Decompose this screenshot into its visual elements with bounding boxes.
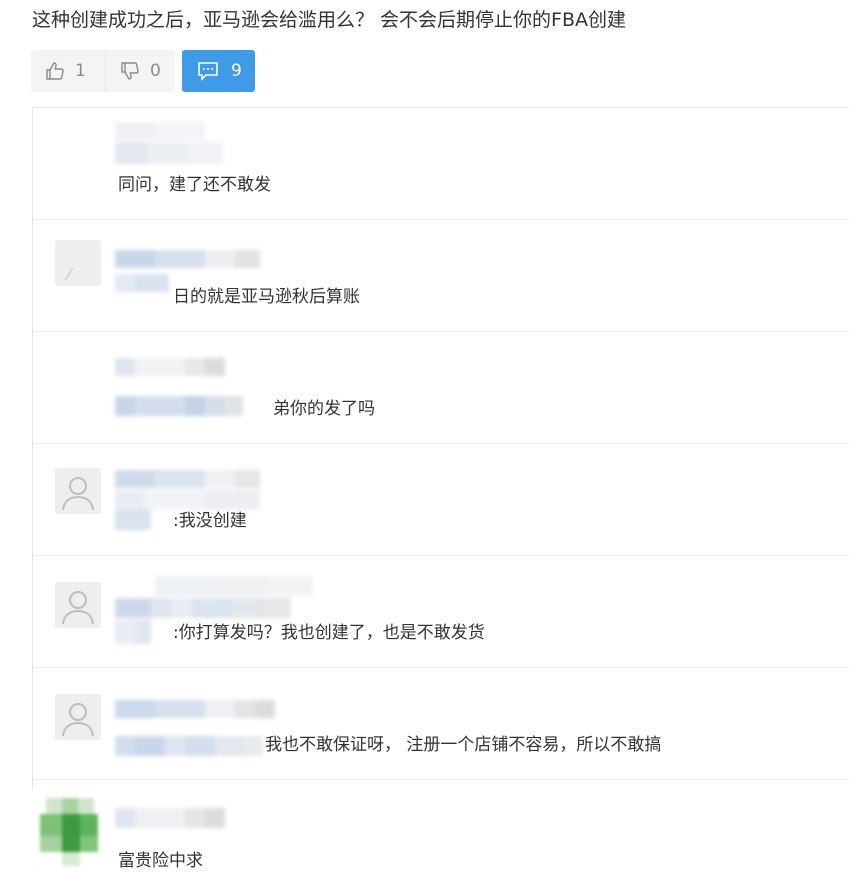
dislike-count: 0 (150, 61, 161, 81)
comment-count: 9 (231, 61, 242, 81)
comment-text: :你打算发吗？我也创建了，也是不敢发货 (173, 623, 485, 643)
comment-text: 富贵险中求 (118, 851, 203, 871)
comment-text: 我也不敢保证呀， 注册一个店铺不容易，所以不敢搞 (265, 735, 662, 755)
comment-text: 同问，建了还不敢发 (118, 175, 271, 195)
user-avatar (55, 582, 101, 628)
user-avatar (55, 468, 101, 514)
comment-list: 同问，建了还不敢发 日的就是亚马逊秋后算账 弟你的发了吗:我没创建:你打算发… (32, 107, 849, 872)
like-count: 1 (75, 61, 86, 81)
comment-item: 富贵险中求 (33, 780, 849, 872)
comment-item: :你打算发吗？我也创建了，也是不敢发货 (33, 556, 849, 668)
comment-text: :我没创建 (173, 511, 247, 531)
default-user-icon (55, 582, 101, 628)
redacted-username (115, 808, 225, 830)
comment-item: 日的就是亚马逊秋后算账 (33, 220, 849, 332)
user-avatar (55, 240, 101, 286)
user-avatar (28, 790, 108, 872)
like-button[interactable]: 1 (31, 50, 105, 92)
comment-item: 弟你的发了吗 (33, 332, 849, 444)
comment-text: 日的就是亚马逊秋后算账 (173, 287, 360, 307)
thumbs-up-icon (45, 61, 65, 81)
action-bar: 1 0 9 (31, 50, 255, 92)
comment-item: 同问，建了还不敢发 (33, 108, 849, 220)
comment-button[interactable]: 9 (182, 50, 255, 92)
comment-thread-page: 这种创建成功之后，亚马逊会给滥用么？ 会不会后期停止你的FBA创建 1 0 9 … (0, 0, 849, 872)
thumbs-down-icon (120, 61, 140, 81)
comment-item: 我也不敢保证呀， 注册一个店铺不容易，所以不敢搞 (33, 668, 849, 780)
comment-bubble-icon (197, 61, 219, 81)
default-user-icon (55, 468, 101, 514)
comment-text: 弟你的发了吗 (273, 399, 375, 419)
redacted-username (115, 700, 285, 766)
default-user-icon (55, 694, 101, 740)
comment-item: :我没创建 (33, 444, 849, 556)
dislike-button[interactable]: 0 (105, 50, 175, 92)
redacted-username (115, 122, 223, 166)
redacted-username (115, 358, 265, 420)
question-title: 这种创建成功之后，亚马逊会给滥用么？ 会不会后期停止你的FBA创建 (32, 9, 627, 31)
user-avatar (55, 694, 101, 740)
